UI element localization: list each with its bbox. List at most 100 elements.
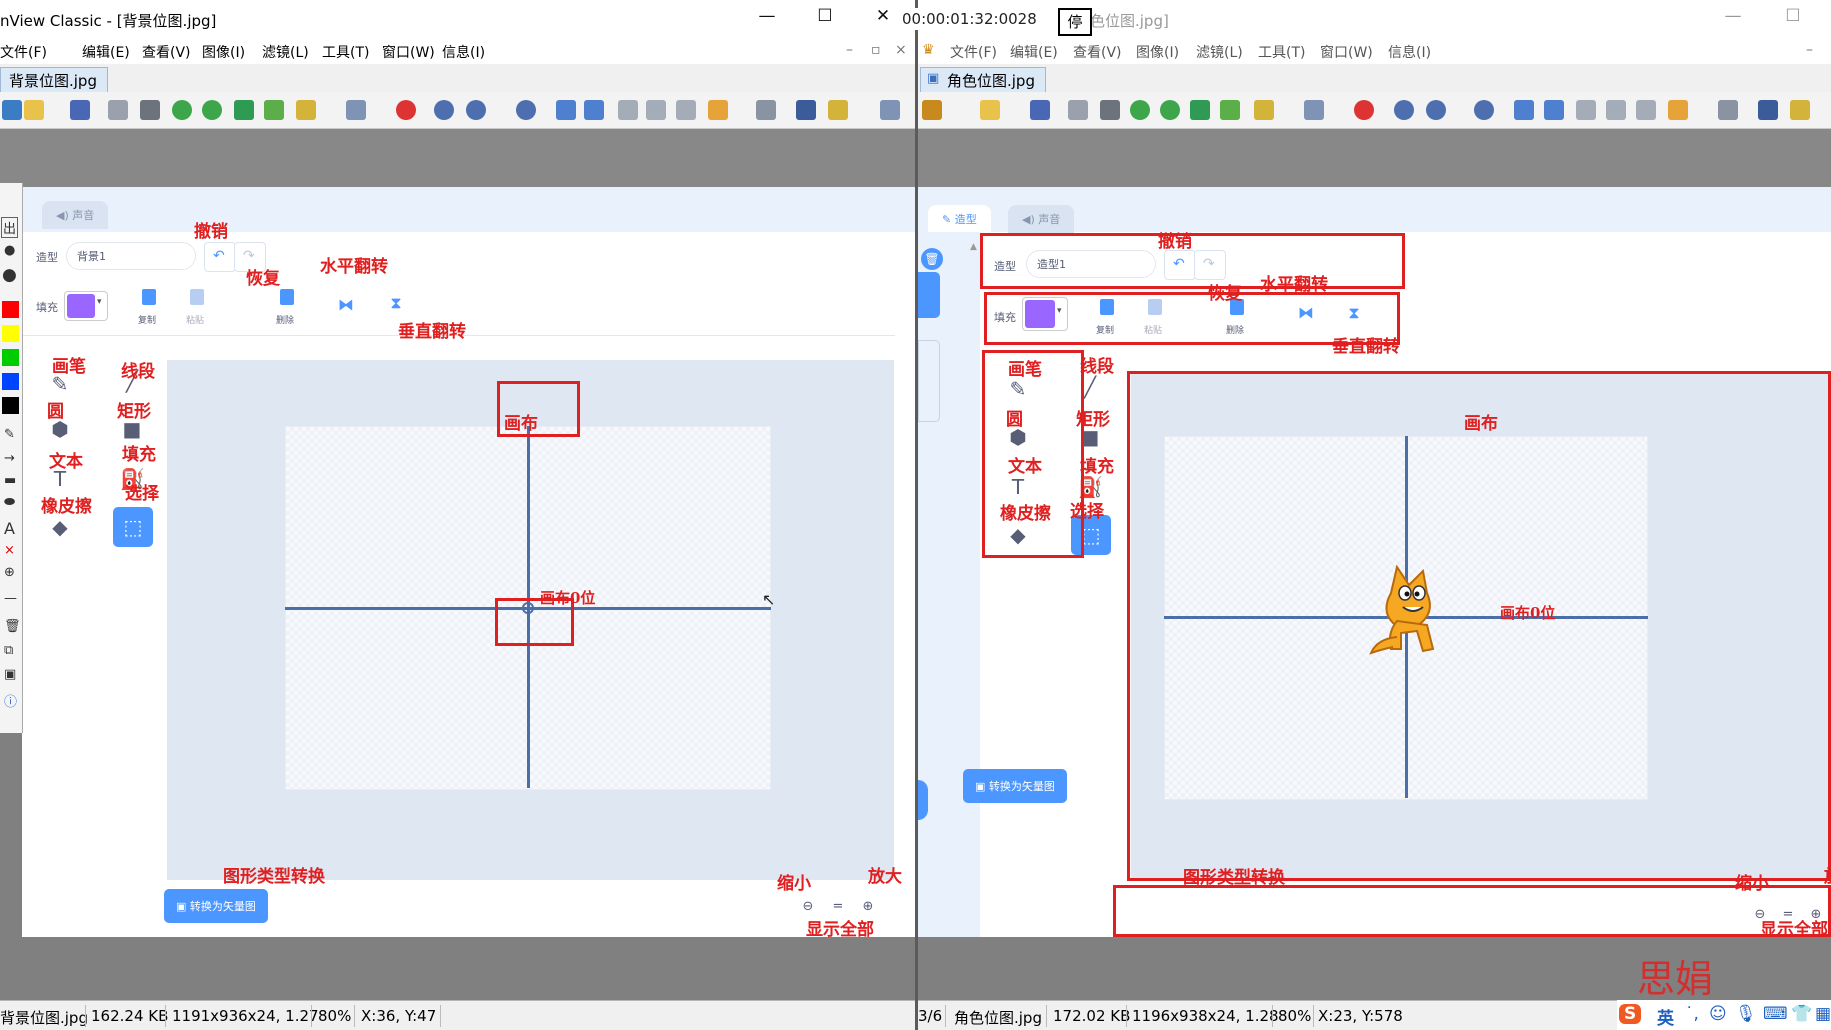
- last-icon[interactable]: [1606, 100, 1626, 120]
- menu-file[interactable]: 文件(F): [950, 42, 997, 62]
- file-tab[interactable]: ▣ 角色位图.jpg: [920, 67, 1046, 92]
- keyboard-icon[interactable]: ⌨: [1763, 1004, 1788, 1024]
- menu-view[interactable]: 查看(V): [1073, 42, 1122, 62]
- tab-costume[interactable]: ✎ 造型: [928, 205, 991, 233]
- adjust-icon[interactable]: [346, 100, 366, 120]
- maximize-button[interactable]: ☐: [810, 6, 840, 26]
- menu-view[interactable]: 查看(V): [142, 42, 191, 62]
- punctuation-icon[interactable]: ˙,: [1685, 1004, 1699, 1024]
- swatch-red[interactable]: [2, 301, 19, 318]
- slideshow-icon[interactable]: [1668, 100, 1688, 120]
- info-icon[interactable]: [756, 100, 776, 120]
- menu-image[interactable]: 图像(I): [1136, 42, 1179, 62]
- last-icon[interactable]: [646, 100, 666, 120]
- eraser-tool[interactable]: ◆: [48, 515, 72, 539]
- dot-large-icon[interactable]: ●: [2, 265, 17, 285]
- undo-icon[interactable]: [1068, 100, 1088, 120]
- menu-window[interactable]: 窗口(W): [382, 42, 435, 62]
- close-button[interactable]: ✕: [868, 6, 898, 26]
- undo-button[interactable]: ↶: [204, 242, 236, 272]
- dot-small-icon[interactable]: ●: [4, 243, 15, 258]
- undo-icon[interactable]: [108, 100, 128, 120]
- menu-filter[interactable]: 滤镜(L): [1196, 42, 1243, 62]
- batch-icon[interactable]: [1254, 100, 1274, 120]
- first-icon[interactable]: [1576, 100, 1596, 120]
- menu-tools[interactable]: 工具(T): [1258, 42, 1305, 62]
- zoom-out-icon[interactable]: [1474, 100, 1494, 120]
- browse-icon[interactable]: [922, 100, 942, 120]
- mdi-close-icon[interactable]: ×: [895, 42, 907, 58]
- mdi-minimize-icon[interactable]: –: [846, 42, 853, 58]
- flip-horizontal-button[interactable]: ⧓: [334, 293, 358, 317]
- costume-thumbnail[interactable]: [918, 340, 940, 422]
- flip-vertical-button[interactable]: ⧗: [384, 291, 408, 315]
- copy-icon[interactable]: ⧉: [4, 643, 13, 658]
- crop-icon[interactable]: [1100, 100, 1120, 120]
- copy-icon[interactable]: [1636, 100, 1656, 120]
- options-icon[interactable]: [880, 100, 900, 120]
- costume-thumbnail[interactable]: [918, 272, 940, 318]
- menu-info[interactable]: 信息(I): [1388, 42, 1431, 62]
- zoom-icon[interactable]: ⊕: [4, 565, 15, 580]
- next-icon[interactable]: [1544, 100, 1564, 120]
- red-eye-icon[interactable]: [396, 100, 416, 120]
- red-eye-icon[interactable]: [1354, 100, 1374, 120]
- trash-icon[interactable]: 🗑: [4, 619, 21, 634]
- swatch-green[interactable]: [2, 349, 19, 366]
- save-icon[interactable]: ▣: [4, 667, 16, 682]
- maximize-button[interactable]: ☐: [1778, 6, 1808, 26]
- save-icon[interactable]: [70, 100, 90, 120]
- next-icon[interactable]: [584, 100, 604, 120]
- rotate-right-icon[interactable]: [1160, 100, 1180, 120]
- menu-image[interactable]: 图像(I): [202, 42, 245, 62]
- share-icon[interactable]: [1220, 100, 1240, 120]
- fullscreen-icon[interactable]: [796, 100, 816, 120]
- batch-icon[interactable]: [296, 100, 316, 120]
- skin-icon[interactable]: 👕: [1791, 1004, 1812, 1024]
- copy-icon[interactable]: [676, 100, 696, 120]
- convert-to-vector-button[interactable]: ▣ 转换为矢量图: [963, 769, 1067, 803]
- menu-edit[interactable]: 编辑(E): [82, 42, 130, 62]
- info-icon[interactable]: ⓘ: [4, 691, 17, 710]
- delete-costume-icon[interactable]: 🗑: [921, 248, 943, 270]
- minimize-button[interactable]: —: [752, 6, 782, 26]
- line-width-icon[interactable]: —: [4, 591, 17, 606]
- file-tab[interactable]: 背景位图.jpg: [0, 67, 108, 92]
- tab-sound[interactable]: ◀) 声音: [42, 201, 109, 229]
- swatch-yellow[interactable]: [2, 325, 19, 342]
- copy-button[interactable]: 复制: [130, 287, 170, 333]
- minimize-button[interactable]: —: [1718, 6, 1748, 26]
- sogou-logo-icon[interactable]: S: [1619, 1004, 1642, 1024]
- arrow-icon[interactable]: →: [4, 451, 15, 466]
- export-icon[interactable]: [1190, 100, 1210, 120]
- rotate-left-icon[interactable]: [172, 100, 192, 120]
- costume-name-input[interactable]: 背景1: [66, 242, 196, 270]
- clear-icon[interactable]: ×: [4, 543, 15, 558]
- add-costume-button[interactable]: [918, 780, 928, 820]
- zoom-in-icon[interactable]: [434, 100, 454, 120]
- ellipse-icon[interactable]: ⬬: [4, 495, 15, 510]
- select-tool[interactable]: ⬚: [113, 507, 153, 547]
- delete-button[interactable]: 删除: [268, 287, 308, 333]
- settings-icon[interactable]: [1790, 100, 1810, 120]
- save-icon[interactable]: [1030, 100, 1050, 120]
- prev-icon[interactable]: [556, 100, 576, 120]
- export-icon[interactable]: [234, 100, 254, 120]
- zoom-in-icon[interactable]: [1394, 100, 1414, 120]
- open-folder-icon[interactable]: [980, 100, 1000, 120]
- convert-to-vector-button[interactable]: ▣ 转换为矢量图: [164, 889, 268, 923]
- zoom-fit-icon[interactable]: [466, 100, 486, 120]
- scroll-up-icon[interactable]: ▲: [970, 242, 977, 252]
- pencil-icon[interactable]: ✎: [4, 427, 15, 442]
- swatch-black[interactable]: [2, 397, 19, 414]
- fullscreen-icon[interactable]: [1758, 100, 1778, 120]
- rectangle-icon[interactable]: ▬: [4, 473, 16, 488]
- menu-filter[interactable]: 滤镜(L): [262, 42, 309, 62]
- crop-icon[interactable]: [140, 100, 160, 120]
- menu-info[interactable]: 信息(I): [442, 42, 485, 62]
- emoji-icon[interactable]: ☺: [1709, 1004, 1727, 1024]
- text-icon[interactable]: A: [4, 519, 15, 538]
- tab-sound[interactable]: ◀) 声音: [1008, 205, 1075, 233]
- menu-file[interactable]: 文件(F): [0, 42, 47, 62]
- fill-color-picker[interactable]: ▾: [64, 291, 108, 321]
